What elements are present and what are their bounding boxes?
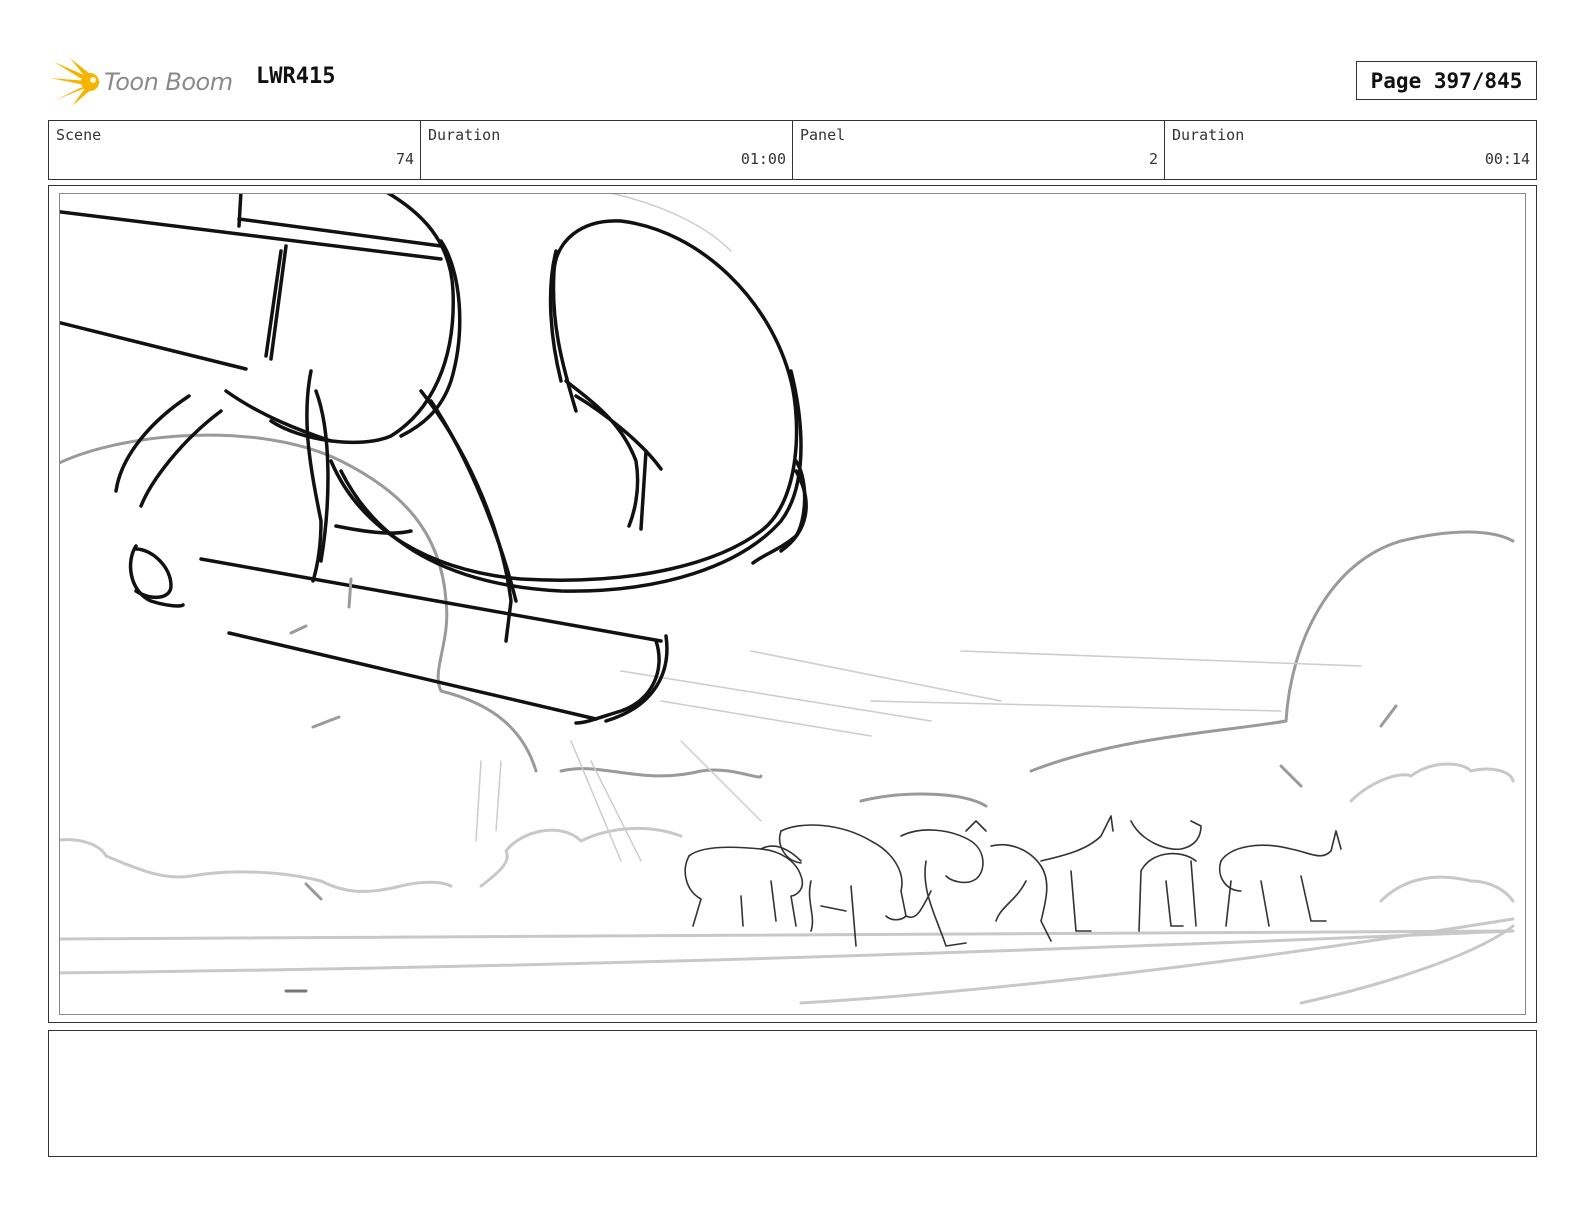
logo-text: Toon Boom — [104, 68, 233, 96]
scene-duration-value: 01:00 — [740, 150, 786, 168]
dog-2 — [779, 824, 907, 947]
panel-value: 2 — [1148, 150, 1158, 168]
panel-label: Panel — [800, 126, 846, 144]
panel-duration-cell: Duration 00:14 — [1165, 121, 1536, 179]
panel-cell: Panel 2 — [793, 121, 1165, 179]
dog-pack — [684, 815, 1342, 947]
notes-area — [48, 1030, 1537, 1157]
storyboard-panel — [59, 193, 1526, 1015]
scene-label: Scene — [56, 126, 102, 144]
page-number: Page 397/845 — [1356, 61, 1537, 100]
panel-duration-label: Duration — [1172, 126, 1245, 144]
foreground-gray-strokes — [289, 577, 353, 901]
dog-3 — [900, 820, 987, 947]
cloud-line — [60, 762, 1515, 903]
speed-lines — [475, 194, 1362, 862]
dog-1 — [684, 845, 804, 927]
panel-duration-value: 00:14 — [1484, 150, 1530, 168]
ground-lines — [60, 917, 1515, 1005]
info-table: Scene 74 Duration 01:00 Panel 2 Duration… — [48, 120, 1537, 180]
scene-cell: Scene 74 — [49, 121, 421, 179]
scene-value: 74 — [395, 150, 414, 168]
dog-4 — [990, 815, 1114, 942]
scene-duration-cell: Duration 01:00 — [421, 121, 793, 179]
dog-6 — [1219, 830, 1342, 927]
dog-5 — [1130, 820, 1202, 932]
foreground-ink — [60, 194, 808, 725]
scene-duration-label: Duration — [428, 126, 501, 144]
storyboard-sketch — [60, 194, 1515, 1005]
project-title: LWR415 — [256, 64, 336, 89]
